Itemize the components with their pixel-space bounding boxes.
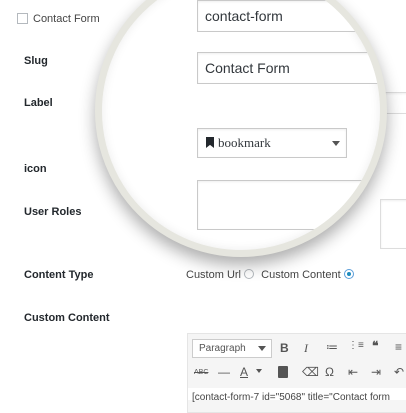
bold-button[interactable]: B (280, 341, 289, 355)
paste-text-icon[interactable] (278, 366, 288, 378)
magnifier-lens: contact-form Contact Form bookmark (95, 0, 387, 257)
slug-input-value: contact-form (205, 8, 283, 24)
text-color-button[interactable]: A (240, 365, 248, 379)
chevron-down-icon (256, 369, 262, 373)
user-roles-select-edge (380, 199, 406, 249)
custom-url-radio[interactable] (244, 269, 255, 279)
indent-button[interactable]: ⇥ (371, 365, 381, 379)
contact-form-checkbox[interactable] (17, 13, 28, 24)
italic-button[interactable]: I (304, 341, 308, 356)
content-type-label: Content Type (24, 269, 94, 281)
contact-form-checkbox-label: Contact Form (33, 13, 100, 25)
format-select-value: Paragraph (199, 343, 246, 354)
bullet-list-button[interactable]: ≔ (326, 340, 338, 354)
label-label: Label (24, 97, 53, 109)
custom-content-radio[interactable] (343, 269, 354, 279)
editor-content-preview: [contact-form-7 id="5068" title="Contact… (192, 392, 390, 403)
blockquote-button[interactable]: ❝ (372, 339, 378, 353)
custom-content-label: Custom Content (24, 312, 110, 324)
clear-formatting-button[interactable]: ⌫ (302, 365, 319, 379)
slug-label: Slug (24, 55, 48, 67)
custom-url-option-label: Custom Url (186, 269, 242, 281)
label-input[interactable]: Contact Form (197, 52, 380, 84)
bookmark-icon (206, 137, 214, 148)
chevron-down-icon (258, 346, 266, 351)
format-select[interactable]: Paragraph (192, 339, 272, 358)
user-roles-select[interactable] (197, 180, 380, 230)
numbered-list-button[interactable]: ⋮≡ (348, 340, 364, 351)
align-button[interactable]: ≡ (395, 340, 402, 354)
outdent-button[interactable]: ⇤ (348, 365, 358, 379)
strikethrough-button[interactable]: ABC (194, 369, 208, 376)
custom-content-option-label: Custom Content (261, 269, 341, 281)
user-roles-label: User Roles (24, 206, 82, 218)
icon-select[interactable]: bookmark (197, 128, 347, 158)
slug-input[interactable]: contact-form (197, 0, 380, 32)
icon-label: icon (24, 163, 47, 175)
undo-button[interactable]: ↶ (394, 365, 404, 379)
icon-select-value: bookmark (218, 135, 271, 150)
label-input-value: Contact Form (205, 60, 290, 76)
horizontal-line-button[interactable]: — (218, 365, 230, 379)
chevron-down-icon (332, 141, 340, 146)
special-character-button[interactable]: Ω (325, 365, 334, 379)
